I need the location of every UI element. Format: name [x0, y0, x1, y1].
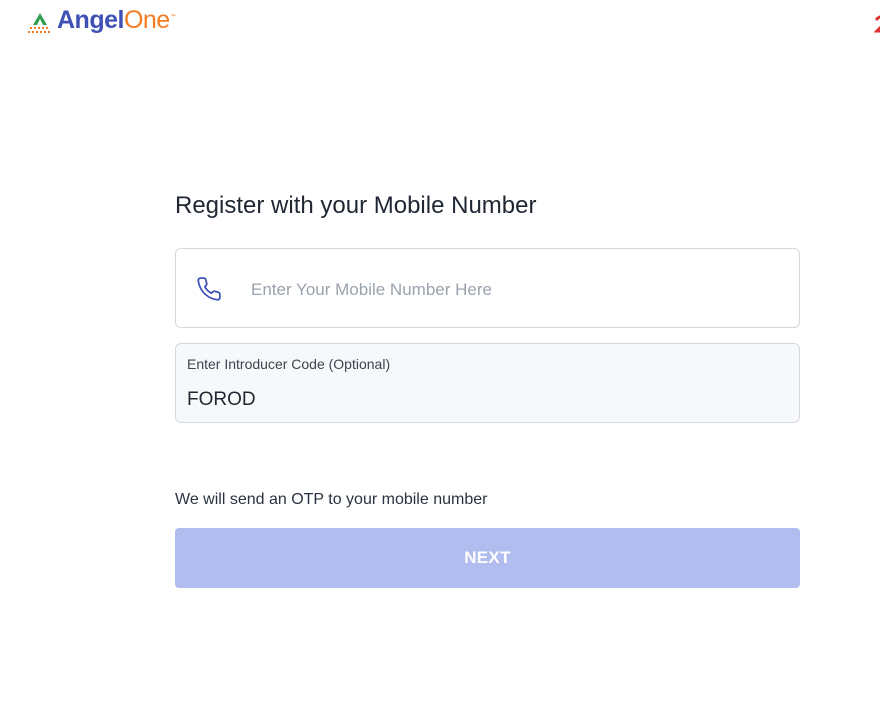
logo-trademark: ™ — [170, 13, 176, 20]
logo-wordmark: AngelOne™ — [57, 5, 176, 42]
angelone-logo[interactable]: AngelOne™ — [28, 6, 176, 38]
introducer-code-input[interactable] — [187, 386, 777, 414]
mobile-number-field[interactable] — [175, 248, 800, 328]
otp-note: We will send an OTP to your mobile numbe… — [175, 491, 488, 508]
pyramid-logo-icon — [28, 13, 50, 33]
phone-icon — [197, 277, 221, 301]
page-title: Register with your Mobile Number — [175, 192, 537, 219]
introducer-code-label: Enter Introducer Code (Optional) — [187, 356, 391, 372]
introducer-code-field[interactable]: Enter Introducer Code (Optional) — [175, 343, 800, 423]
next-button[interactable]: NEXT — [175, 528, 800, 588]
mobile-number-input[interactable] — [251, 277, 771, 303]
edge-decoration-icon — [874, 14, 880, 36]
logo-one-text: One — [123, 5, 170, 34]
logo-angel-text: Angel — [57, 5, 124, 34]
register-page: AngelOne™ Register with your Mobile Numb… — [0, 0, 880, 717]
registration-form: Register with your Mobile Number Enter I… — [175, 190, 800, 588]
